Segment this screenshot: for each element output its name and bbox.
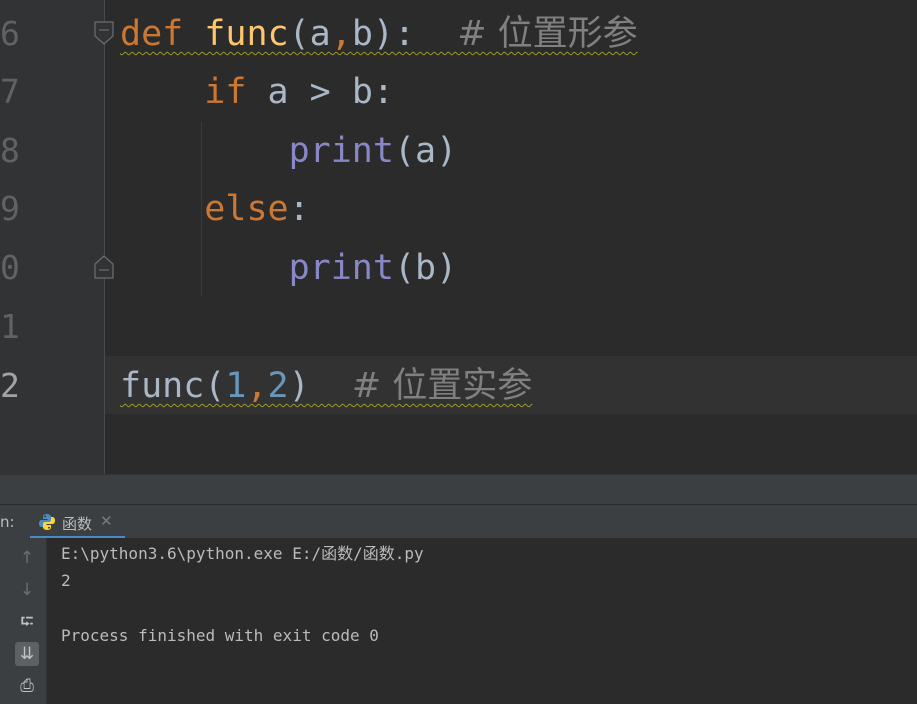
code-line-8[interactable]: print(a)	[120, 122, 458, 180]
line-number: 8	[0, 131, 20, 170]
call-args: (b)	[393, 248, 458, 288]
code-line-10[interactable]: print(b)	[120, 239, 458, 297]
fold-end-icon[interactable]	[93, 254, 115, 280]
paren: )	[288, 366, 310, 406]
soft-wrap-icon[interactable]: ⮓	[15, 610, 39, 634]
line-number: 7	[0, 72, 20, 111]
code-line-9[interactable]: else:	[120, 180, 310, 238]
keyword-def: def	[120, 14, 184, 54]
colon: :	[288, 189, 310, 229]
run-label: n:	[0, 513, 15, 531]
builtin-print: print	[288, 131, 394, 171]
keyword-else: else	[204, 189, 289, 229]
function-name: func	[204, 14, 289, 54]
comma: ,	[330, 14, 352, 54]
code-line-6[interactable]: def func(a,b): # 位置形参	[120, 5, 638, 63]
line-number-current: 2	[0, 366, 20, 405]
print-icon[interactable]: ⎙	[15, 674, 39, 698]
code-line-12[interactable]: func(1,2) # 位置实参	[120, 357, 532, 415]
line-number: 1	[0, 307, 20, 346]
arg-2: 2	[267, 366, 289, 406]
fold-collapse-icon[interactable]	[93, 20, 115, 46]
run-tool-window-header: n: 函数 ✕	[0, 504, 917, 539]
paren-colon: ):	[372, 14, 416, 54]
condition: a > b:	[267, 72, 394, 112]
up-arrow-icon[interactable]: ↑	[15, 546, 39, 570]
line-number: 9	[0, 189, 20, 228]
comment: # 位置形参	[457, 14, 638, 54]
run-tab[interactable]: 函数 ✕	[30, 505, 125, 539]
close-icon[interactable]: ✕	[100, 512, 113, 530]
comma: ,	[246, 366, 268, 406]
comment: # 位置实参	[351, 366, 533, 406]
paren: (	[288, 14, 310, 54]
run-toolbar: ↑ ↓ ⮓ ⇊ ⎙	[0, 538, 47, 704]
code-line-7[interactable]: if a > b:	[120, 63, 394, 121]
param-a: a	[309, 14, 331, 54]
line-number-gutter[interactable]: 6 7 8 9 0 1 2	[0, 0, 105, 474]
scroll-to-end-icon[interactable]: ⇊	[15, 642, 39, 666]
run-tab-label: 函数	[62, 515, 93, 533]
function-call: func	[120, 366, 205, 406]
console-line: Process finished with exit code 0	[61, 626, 379, 645]
console-line: 2	[61, 571, 71, 590]
call-args: (a)	[393, 131, 458, 171]
panel-splitter[interactable]	[0, 474, 917, 505]
console-line: E:\python3.6\python.exe E:/函数/函数.py	[61, 544, 424, 563]
builtin-print: print	[288, 248, 394, 288]
down-arrow-icon[interactable]: ↓	[15, 578, 39, 602]
param-b: b	[351, 14, 373, 54]
keyword-if: if	[204, 72, 247, 112]
python-icon	[39, 514, 55, 530]
line-number: 0	[0, 248, 20, 287]
console-output[interactable]: E:\python3.6\python.exe E:/函数/函数.py 2 Pr…	[47, 538, 917, 704]
paren: (	[204, 366, 226, 406]
line-number: 6	[0, 14, 20, 53]
code-editor[interactable]: 6 7 8 9 0 1 2 def func(a,b): # 位置形参 if a…	[0, 0, 917, 474]
arg-1: 1	[225, 366, 247, 406]
